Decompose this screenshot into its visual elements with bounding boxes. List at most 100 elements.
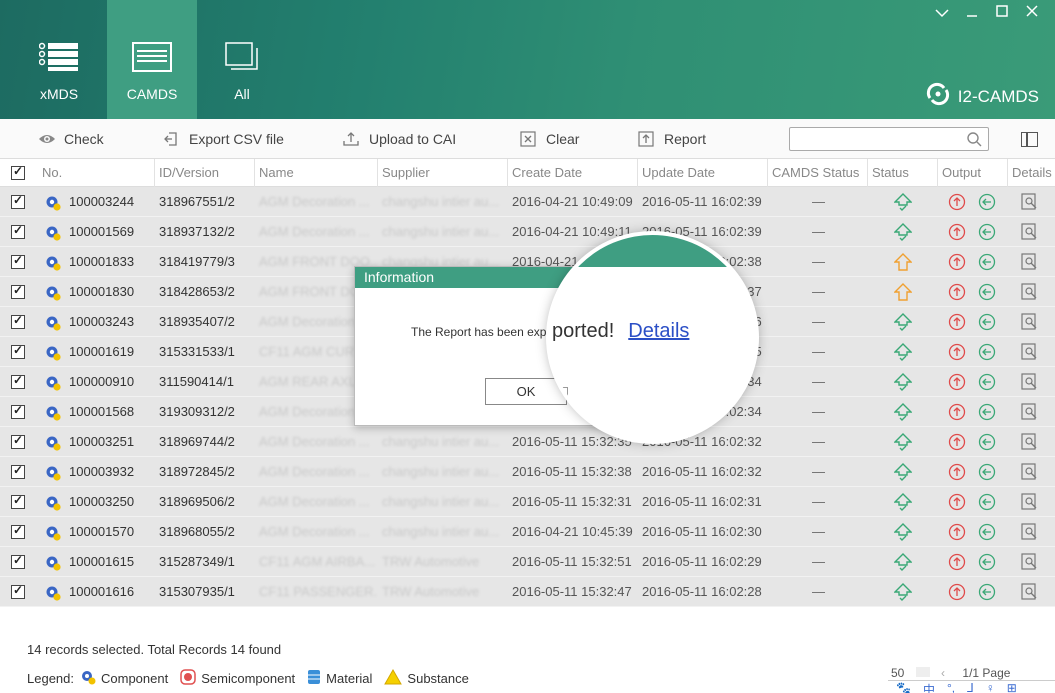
output-back-icon[interactable] xyxy=(978,223,996,241)
output-back-icon[interactable] xyxy=(978,463,996,481)
output-upload-icon[interactable] xyxy=(948,433,966,451)
ime-pen-icon[interactable]: ⅃ xyxy=(967,681,974,693)
status-ok-icon[interactable] xyxy=(893,523,913,541)
output-back-icon[interactable] xyxy=(978,193,996,211)
table-row[interactable]: 100003251 318969744/2 AGM Decoration ... ch… xyxy=(0,427,1055,457)
status-ok-icon[interactable] xyxy=(893,553,913,571)
details-search-icon[interactable] xyxy=(1021,523,1039,541)
output-back-icon[interactable] xyxy=(978,433,996,451)
output-upload-icon[interactable] xyxy=(948,343,966,361)
col-create-date[interactable]: Create Date xyxy=(508,159,638,187)
nav-tab-xmds[interactable]: xMDS xyxy=(14,0,104,119)
col-id-version[interactable]: ID/Version xyxy=(155,159,255,187)
output-upload-icon[interactable] xyxy=(948,583,966,601)
output-upload-icon[interactable] xyxy=(948,523,966,541)
details-search-icon[interactable] xyxy=(1021,343,1039,361)
output-back-icon[interactable] xyxy=(978,253,996,271)
row-checkbox[interactable] xyxy=(11,463,25,479)
status-ok-icon[interactable] xyxy=(893,583,913,601)
page-size[interactable]: 50 xyxy=(891,666,904,680)
prev-page-icon[interactable]: ‹ xyxy=(941,666,945,680)
row-checkbox[interactable] xyxy=(11,373,25,389)
export-csv-button[interactable]: Export CSV file xyxy=(163,119,284,159)
check-button[interactable]: Check xyxy=(38,119,104,159)
nav-tab-camds[interactable]: CAMDS xyxy=(107,0,197,119)
output-back-icon[interactable] xyxy=(978,553,996,571)
details-search-icon[interactable] xyxy=(1021,403,1039,421)
table-row[interactable]: 100001570 318968055/2 AGM Decoration ... ch… xyxy=(0,517,1055,547)
col-no[interactable]: No. xyxy=(38,159,155,187)
ime-user-icon[interactable]: ♀ xyxy=(986,681,995,693)
status-ok-icon[interactable] xyxy=(893,193,913,211)
table-row[interactable]: 100003250 318969506/2 AGM Decoration ... ch… xyxy=(0,487,1055,517)
status-warning-icon[interactable] xyxy=(893,253,913,271)
row-checkbox[interactable] xyxy=(11,193,25,209)
details-search-icon[interactable] xyxy=(1021,223,1039,241)
output-upload-icon[interactable] xyxy=(948,403,966,421)
ime-chinese-toggle[interactable]: 中 xyxy=(923,681,935,693)
row-checkbox[interactable] xyxy=(11,283,25,299)
status-warning-icon[interactable] xyxy=(893,283,913,301)
report-button[interactable]: Report xyxy=(638,119,706,159)
details-search-icon[interactable] xyxy=(1021,373,1039,391)
row-checkbox[interactable] xyxy=(11,493,25,509)
row-checkbox[interactable] xyxy=(11,583,25,599)
details-search-icon[interactable] xyxy=(1021,493,1039,511)
output-upload-icon[interactable] xyxy=(948,463,966,481)
details-search-icon[interactable] xyxy=(1021,193,1039,211)
status-ok-icon[interactable] xyxy=(893,223,913,241)
details-search-icon[interactable] xyxy=(1021,553,1039,571)
nav-tab-all[interactable]: All xyxy=(197,0,287,119)
table-row[interactable]: 100003932 318972845/2 AGM Decoration ... ch… xyxy=(0,457,1055,487)
page-size-dropdown[interactable] xyxy=(915,667,930,677)
output-upload-icon[interactable] xyxy=(948,373,966,391)
output-back-icon[interactable] xyxy=(978,493,996,511)
status-ok-icon[interactable] xyxy=(893,433,913,451)
panel-toggle-icon[interactable] xyxy=(1021,132,1038,147)
output-back-icon[interactable] xyxy=(978,373,996,391)
clear-button[interactable]: Clear xyxy=(520,119,579,159)
output-upload-icon[interactable] xyxy=(948,223,966,241)
col-details[interactable]: Details xyxy=(1008,159,1055,187)
status-ok-icon[interactable] xyxy=(893,403,913,421)
ime-grid-icon[interactable]: ⊞ xyxy=(1007,681,1017,693)
close-icon[interactable] xyxy=(1022,4,1042,24)
details-search-icon[interactable] xyxy=(1021,283,1039,301)
row-checkbox[interactable] xyxy=(11,433,25,449)
search-icon[interactable] xyxy=(966,131,982,150)
ime-punct-toggle[interactable]: °, xyxy=(947,681,955,693)
output-back-icon[interactable] xyxy=(978,403,996,421)
output-back-icon[interactable] xyxy=(978,343,996,361)
select-all-checkbox[interactable] xyxy=(11,164,25,180)
status-ok-icon[interactable] xyxy=(893,373,913,391)
status-ok-icon[interactable] xyxy=(893,463,913,481)
row-checkbox[interactable] xyxy=(11,403,25,419)
details-link[interactable]: Details xyxy=(628,320,689,342)
status-ok-icon[interactable] xyxy=(893,343,913,361)
output-upload-icon[interactable] xyxy=(948,193,966,211)
table-row[interactable]: 100001615 315287349/1 CF11 AGM AIRBA... TRW… xyxy=(0,547,1055,577)
output-back-icon[interactable] xyxy=(978,523,996,541)
details-search-icon[interactable] xyxy=(1021,583,1039,601)
output-upload-icon[interactable] xyxy=(948,283,966,301)
output-upload-icon[interactable] xyxy=(948,253,966,271)
output-back-icon[interactable] xyxy=(978,283,996,301)
output-upload-icon[interactable] xyxy=(948,493,966,511)
table-row[interactable]: 100001616 315307935/1 CF11 PASSENGER... TRW… xyxy=(0,577,1055,607)
row-checkbox[interactable] xyxy=(11,553,25,569)
output-upload-icon[interactable] xyxy=(948,553,966,571)
maximize-icon[interactable] xyxy=(992,4,1012,24)
table-row[interactable]: 100003244 318967551/2 AGM Decoration ... ch… xyxy=(0,187,1055,217)
search-input[interactable] xyxy=(789,127,989,151)
status-ok-icon[interactable] xyxy=(893,493,913,511)
table-row[interactable]: 100001569 318937132/2 AGM Decoration ... ch… xyxy=(0,217,1055,247)
row-checkbox[interactable] xyxy=(11,253,25,269)
col-update-date[interactable]: Update Date xyxy=(638,159,768,187)
col-status[interactable]: Status xyxy=(868,159,938,187)
collapse-chevron-icon[interactable] xyxy=(932,4,952,24)
row-checkbox[interactable] xyxy=(11,523,25,539)
ime-paw-icon[interactable]: 🐾 xyxy=(896,681,911,693)
output-back-icon[interactable] xyxy=(978,583,996,601)
output-upload-icon[interactable] xyxy=(948,313,966,331)
upload-cai-button[interactable]: Upload to CAI xyxy=(343,119,456,159)
